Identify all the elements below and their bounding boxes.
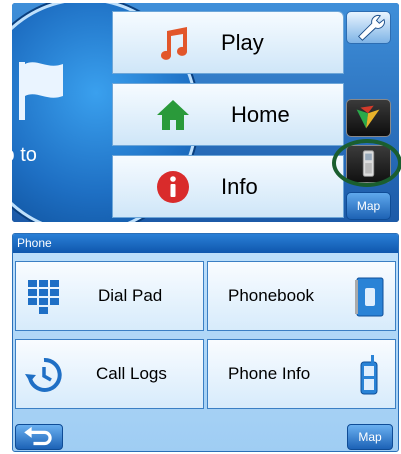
- back-arrow-icon: [24, 426, 52, 446]
- home-menu-item[interactable]: Home: [112, 83, 344, 146]
- play-menu-item[interactable]: Play: [112, 11, 344, 74]
- info-menu-item[interactable]: Info: [112, 155, 344, 218]
- phonebook-label: Phonebook: [228, 286, 315, 305]
- goto-label: Go to: [12, 144, 37, 166]
- settings-button[interactable]: [346, 11, 391, 44]
- home-label: Home: [231, 102, 290, 127]
- phone-highlight-ring: [332, 139, 401, 187]
- mobile-phone-icon: [360, 355, 378, 395]
- phone-info-tile[interactable]: Phone Info: [207, 339, 396, 409]
- back-button[interactable]: [15, 424, 63, 450]
- phone-header: Phone: [13, 234, 398, 253]
- house-icon: [157, 100, 189, 130]
- brand-logo-button[interactable]: [346, 99, 391, 137]
- flag-icon: [19, 62, 63, 120]
- info-icon: [157, 171, 189, 203]
- play-label: Play: [221, 30, 264, 55]
- music-note-icon: [161, 27, 188, 60]
- call-history-icon: [25, 357, 62, 392]
- wrench-icon: [357, 14, 385, 41]
- map-label-bottom: Map: [358, 430, 382, 444]
- phonebook-tile[interactable]: Phonebook: [207, 261, 396, 331]
- map-button[interactable]: Map: [346, 192, 391, 220]
- phone-info-label: Phone Info: [228, 364, 311, 383]
- dial-pad-tile[interactable]: Dial Pad: [15, 261, 204, 331]
- map-label: Map: [356, 199, 381, 213]
- info-label: Info: [221, 174, 258, 199]
- keypad-icon: [28, 280, 59, 314]
- phone-screen: Phone Dial Pad Phonebook Call Logs Phone…: [12, 233, 399, 452]
- map-button-bottom[interactable]: Map: [347, 424, 393, 450]
- brand-logo-icon: [356, 105, 380, 129]
- call-logs-label: Call Logs: [96, 364, 167, 383]
- phonebook-icon: [355, 277, 384, 317]
- main-menu-screen: Go to Play Home Info: [12, 3, 399, 222]
- dial-pad-label: Dial Pad: [98, 286, 163, 305]
- call-logs-tile[interactable]: Call Logs: [15, 339, 204, 409]
